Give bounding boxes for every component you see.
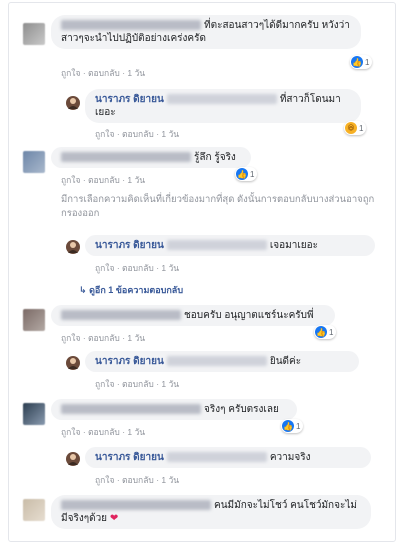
- comment-text: ชอบครับ อนุญาตแชร์นะครับพี่: [184, 310, 314, 321]
- like-reaction-count[interactable]: 👍 1: [314, 325, 337, 339]
- redacted-name: [61, 310, 181, 321]
- redacted-text: [166, 452, 267, 463]
- haha-reaction-count[interactable]: 😆 1: [344, 121, 367, 135]
- reply-text: ยินดีค่ะ: [269, 356, 302, 367]
- redacted-text: [166, 356, 267, 367]
- comment-time: 1 วัน: [127, 68, 146, 78]
- like-reaction-count[interactable]: 👍 1: [235, 167, 258, 181]
- like-icon: 👍: [315, 326, 327, 338]
- reply-link[interactable]: ตอบกลับ: [88, 333, 120, 343]
- reply-author[interactable]: นาราภร ดิยายน: [95, 94, 164, 105]
- redacted-name: [61, 152, 191, 163]
- like-link[interactable]: ถูกใจ: [95, 129, 114, 139]
- page-avatar[interactable]: [65, 451, 81, 467]
- reply-time: 1 วัน: [161, 263, 180, 273]
- comment-thread: ที่ตะสอนสาวๆได้ดีมากครับ หวังว่าสาวๆจะนำ…: [8, 2, 396, 542]
- reply-link[interactable]: ตอบกลับ: [122, 379, 154, 389]
- redacted-text: [166, 94, 277, 105]
- reply-actions: ถูกใจ · ตอบกลับ · 1 วัน: [95, 263, 180, 273]
- comment-bubble: คนมีมักจะไม่โชว์ คนโชว์มักจะไม่มีจริงๆด้…: [51, 495, 371, 529]
- like-link[interactable]: ถูกใจ: [95, 475, 114, 485]
- reply-text: ความจริง: [269, 452, 311, 463]
- redacted-name: [61, 500, 211, 511]
- comment-actions: ถูกใจ · ตอบกลับ · 1 วัน: [61, 68, 146, 78]
- comment-time: 1 วัน: [127, 333, 146, 343]
- comment-actions: ถูกใจ · ตอบกลับ · 1 วัน: [61, 427, 146, 437]
- reply-time: 1 วัน: [161, 129, 180, 139]
- reply-author[interactable]: นาราภร ดิยายน: [95, 356, 164, 367]
- comment-text: จริงๆ ครับตรงเลย: [204, 404, 279, 415]
- reply-author[interactable]: นาราภร ดิยายน: [95, 452, 164, 463]
- commenter-avatar[interactable]: [23, 151, 45, 173]
- like-link[interactable]: ถูกใจ: [61, 427, 80, 437]
- reply-arrow-icon: ↳: [79, 285, 87, 295]
- like-icon: 👍: [282, 420, 294, 432]
- comment-time: 1 วัน: [127, 175, 146, 185]
- reply-link[interactable]: ตอบกลับ: [122, 129, 154, 139]
- comment-actions: ถูกใจ · ตอบกลับ · 1 วัน: [61, 333, 146, 343]
- redacted-name: [61, 404, 201, 415]
- view-more-replies-link[interactable]: ↳ ดูอีก 1 ข้อความตอบกลับ: [79, 283, 183, 297]
- reply-link[interactable]: ตอบกลับ: [88, 175, 120, 185]
- reply-bubble: นาราภร ดิยายน ที่สาวก็โดนมาเยอะ: [85, 89, 361, 123]
- like-link[interactable]: ถูกใจ: [95, 379, 114, 389]
- reply-link[interactable]: ตอบกลับ: [122, 475, 154, 485]
- page-avatar[interactable]: [65, 239, 81, 255]
- reply-time: 1 วัน: [161, 475, 180, 485]
- reply-actions: ถูกใจ · ตอบกลับ · 1 วัน: [95, 379, 180, 389]
- like-reaction-count[interactable]: 👍 1: [281, 419, 304, 433]
- like-link[interactable]: ถูกใจ: [61, 333, 80, 343]
- reply-actions: ถูกใจ · ตอบกลับ · 1 วัน: [95, 475, 180, 485]
- comment-actions: ถูกใจ · ตอบกลับ · 1 วัน: [61, 175, 146, 185]
- like-reaction-count[interactable]: 👍 1: [350, 55, 373, 69]
- redacted-name: [61, 20, 201, 31]
- comment-bubble: ชอบครับ อนุญาตแชร์นะครับพี่: [51, 305, 335, 326]
- page-avatar[interactable]: [65, 355, 81, 371]
- reply-bubble: นาราภร ดิยายน ความจริง: [85, 447, 371, 468]
- like-icon: 👍: [236, 168, 248, 180]
- haha-icon: 😆: [345, 122, 357, 134]
- like-link[interactable]: ถูกใจ: [61, 175, 80, 185]
- reply-link[interactable]: ตอบกลับ: [122, 263, 154, 273]
- reply-time: 1 วัน: [161, 379, 180, 389]
- reply-text: เจอมาเยอะ: [269, 240, 318, 251]
- comment-bubble: ที่ตะสอนสาวๆได้ดีมากครับ หวังว่าสาวๆจะนำ…: [51, 15, 361, 49]
- like-icon: 👍: [351, 56, 363, 68]
- reply-actions: ถูกใจ · ตอบกลับ · 1 วัน: [95, 129, 180, 139]
- reply-bubble: นาราภร ดิยายน เจอมาเยอะ: [85, 235, 375, 256]
- filtered-replies-notice: มีการเลือกความคิดเห็นที่เกี่ยวข้องมากที่…: [61, 194, 375, 219]
- heart-emoji-icon: ❤: [109, 513, 119, 524]
- commenter-avatar[interactable]: [23, 23, 45, 45]
- reply-link[interactable]: ตอบกลับ: [88, 427, 120, 437]
- page-avatar[interactable]: [65, 95, 81, 111]
- reply-link[interactable]: ตอบกลับ: [88, 68, 120, 78]
- like-link[interactable]: ถูกใจ: [61, 68, 80, 78]
- redacted-text: [166, 240, 267, 251]
- like-link[interactable]: ถูกใจ: [95, 263, 114, 273]
- comment-text: รู้ลึก รู้จริง: [194, 152, 236, 163]
- reply-author[interactable]: นาราภร ดิยายน: [95, 240, 164, 251]
- comment-bubble: จริงๆ ครับตรงเลย: [51, 399, 297, 420]
- reply-bubble: นาราภร ดิยายน ยินดีค่ะ: [85, 351, 359, 372]
- comment-time: 1 วัน: [127, 427, 146, 437]
- commenter-avatar[interactable]: [23, 499, 45, 521]
- commenter-avatar[interactable]: [23, 403, 45, 425]
- comment-bubble: รู้ลึก รู้จริง: [51, 147, 251, 168]
- commenter-avatar[interactable]: [23, 309, 45, 331]
